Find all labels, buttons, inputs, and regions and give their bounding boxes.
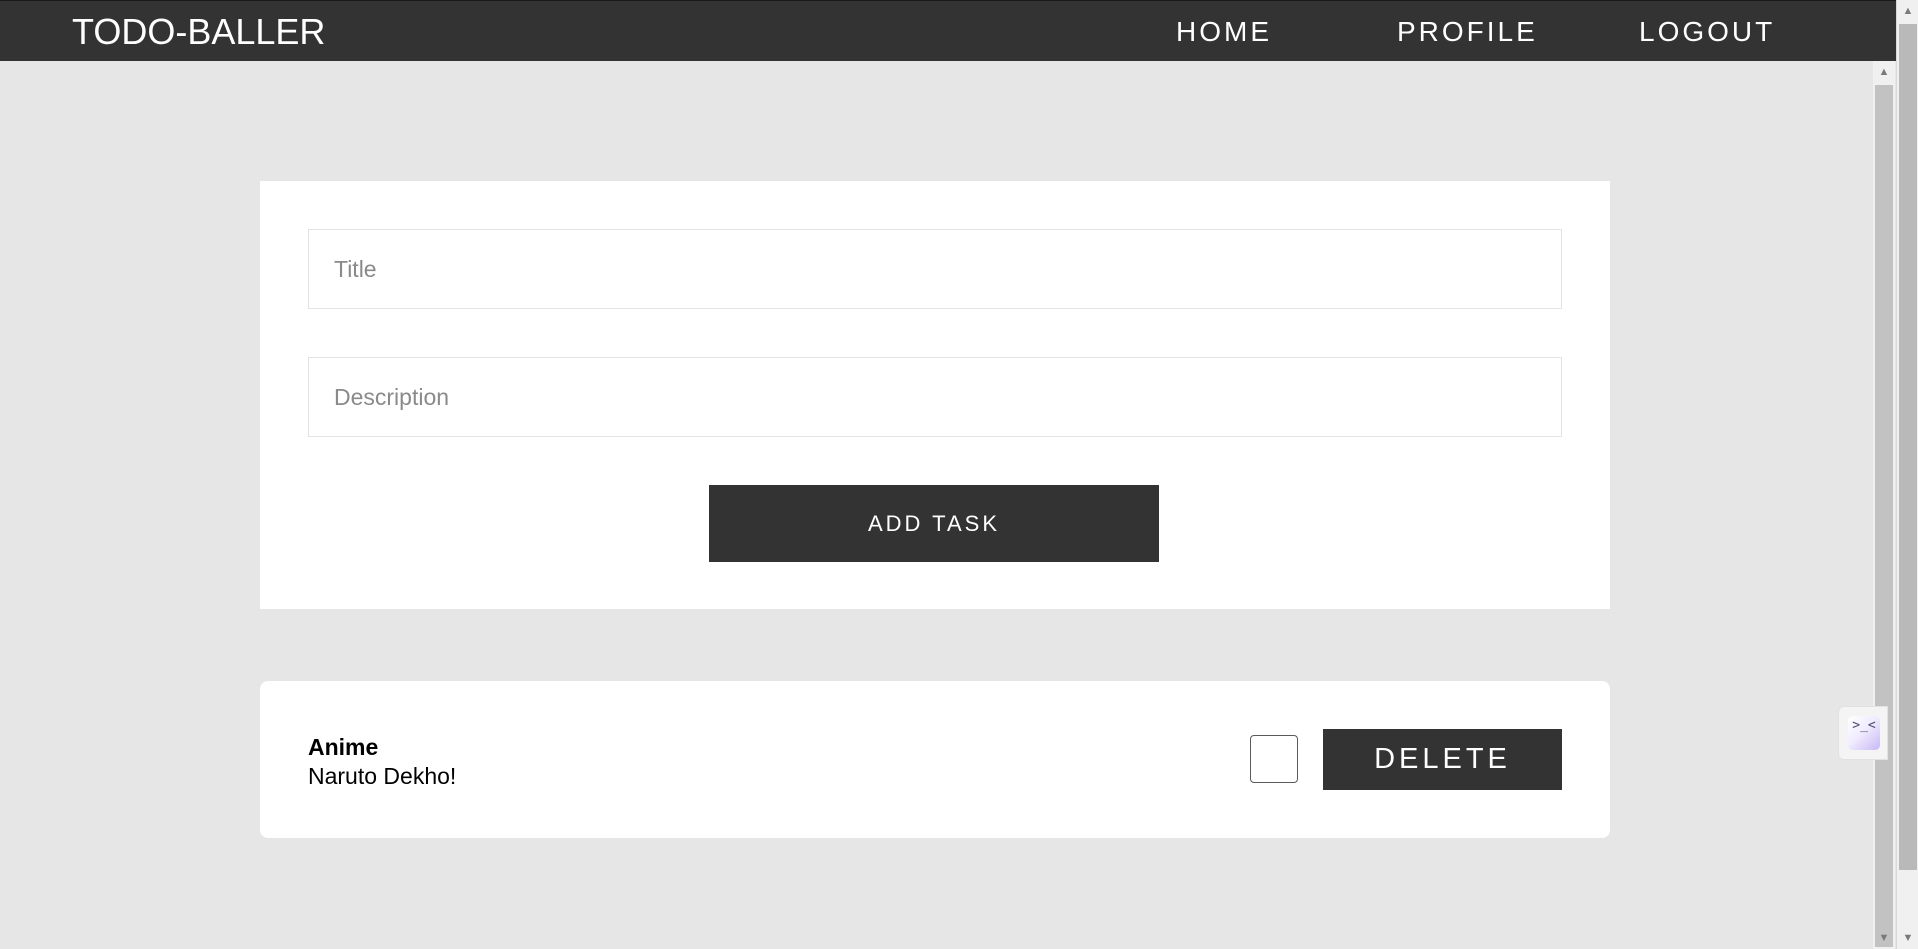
window-scroll-up-arrow-icon[interactable]: ▲ [1897,0,1918,22]
description-input[interactable] [308,357,1562,437]
window-scrollbar-thumb[interactable] [1899,24,1917,870]
page-scrollbar[interactable]: ▲ ▼ [1873,61,1895,949]
scroll-down-arrow-icon[interactable]: ▼ [1873,927,1895,949]
nav-link-home[interactable]: HOME [1176,1,1272,62]
scroll-up-arrow-icon[interactable]: ▲ [1873,61,1895,83]
add-task-button[interactable]: ADD TASK [709,485,1159,562]
delete-task-button[interactable]: DELETE [1323,729,1562,790]
window-scroll-down-arrow-icon[interactable]: ▼ [1897,927,1918,949]
nav-link-profile[interactable]: PROFILE [1397,1,1538,62]
task-complete-checkbox[interactable] [1250,735,1298,783]
title-input[interactable] [308,229,1562,309]
nav-link-logout[interactable]: LOGOUT [1639,1,1775,62]
nav-links: HOME PROFILE LOGOUT [1130,1,1810,62]
task-card: Anime Naruto Dekho! DELETE [260,681,1610,838]
top-navbar: TODO-BALLER HOME PROFILE LOGOUT [0,0,1896,61]
terminal-icon: >_< [1848,716,1880,750]
side-extension-widget[interactable]: >_< [1838,706,1888,760]
task-description: Naruto Dekho! [308,763,457,789]
brand-logo[interactable]: TODO-BALLER [72,1,325,62]
window-scrollbar[interactable]: ▲ ▼ [1896,0,1918,949]
task-text: Anime Naruto Dekho! [308,733,456,791]
page-scrollbar-thumb[interactable] [1875,85,1893,947]
task-title: Anime [308,734,379,760]
add-task-form-card: ADD TASK [260,181,1610,609]
